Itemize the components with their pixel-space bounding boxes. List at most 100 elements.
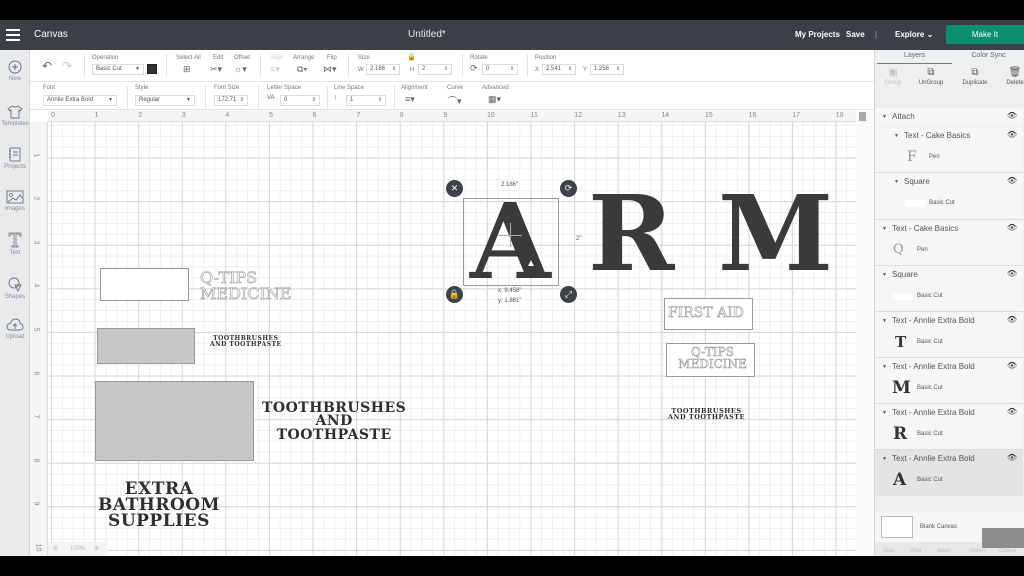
duplicate-button[interactable]: ⧉ Duplicate xyxy=(957,67,993,86)
position-x-input[interactable]: 2.541 ⇕ xyxy=(542,64,576,75)
expand-triangle-icon[interactable]: ▼ xyxy=(882,226,887,232)
undo-icon[interactable]: ↶ xyxy=(42,59,52,73)
align-icon[interactable]: ≡▾ xyxy=(270,64,280,75)
scrollbar-thumb[interactable] xyxy=(859,112,866,121)
qtips-medicine-text[interactable]: Q-TIPS MEDICINE xyxy=(200,269,292,302)
operation-select[interactable]: Basic Cut ▼ xyxy=(92,64,144,75)
layer-item[interactable]: ▼ Square 👁 xyxy=(875,173,1023,191)
eye-icon[interactable]: 👁 xyxy=(1007,407,1017,416)
advanced-icon[interactable]: ▦▾ xyxy=(488,94,501,105)
my-projects-link[interactable]: My Projects xyxy=(795,30,840,39)
design-canvas[interactable]: 0 1 2 3 4 5 6 7 8 9 10 11 12 13 14 15 16 17 18 1 2 3 4 5 6 7 8 9 10… xyxy=(30,110,874,556)
canvas-color-swatch[interactable] xyxy=(881,516,913,538)
layer-item[interactable]: ▼ Square 👁 xyxy=(875,266,1023,284)
tab-layers[interactable]: Layers xyxy=(877,52,952,64)
white-square-shape[interactable] xyxy=(100,268,189,301)
layer-sublayer[interactable]: Basic Cut xyxy=(875,191,1023,219)
explore-menu[interactable]: Explore ⌄ xyxy=(895,30,933,39)
make-it-button[interactable]: Make It xyxy=(946,25,1024,44)
stepper-icon[interactable]: ⇕ xyxy=(312,96,316,105)
eye-icon[interactable]: 👁 xyxy=(1007,176,1017,185)
contour-button[interactable]: Contour xyxy=(999,548,1017,554)
weld-button[interactable]: Weld xyxy=(910,548,921,554)
toothbrushes-right-text[interactable]: TOOTHBRUSHES AND TOOTHPASTE xyxy=(668,408,745,421)
layer-sublayer[interactable]: Q Pen xyxy=(875,238,1023,265)
layer-item[interactable]: ▼ Text - Cake Basics 👁 xyxy=(875,127,1023,145)
layer-sublayer[interactable]: A Basic Cut xyxy=(875,468,1023,496)
layer-sublayer[interactable]: M Basic Cut xyxy=(875,376,1023,403)
delete-button[interactable]: 🗑 Delete xyxy=(997,67,1024,86)
expand-triangle-icon[interactable]: ▼ xyxy=(894,133,899,139)
redo-icon[interactable]: ↷ xyxy=(62,59,72,73)
layer-item[interactable]: ▼ Text - Annlie Extra Bold 👁 xyxy=(875,312,1023,330)
layer-sublayer[interactable]: Basic Cut xyxy=(875,284,1023,311)
slice-button[interactable]: Slice xyxy=(883,548,894,554)
zoom-in-icon[interactable]: ⊕ xyxy=(94,545,99,552)
width-input[interactable]: 2.186 ⇕ xyxy=(366,64,400,75)
offset-icon[interactable]: ☼▾ xyxy=(234,64,247,75)
flatten-button[interactable]: Flatten xyxy=(970,548,985,554)
expand-triangle-icon[interactable]: ▼ xyxy=(882,114,887,120)
first-aid-label-box[interactable]: FIRST AID xyxy=(664,298,753,330)
position-y-input[interactable]: 1.256 ⇕ xyxy=(590,64,624,75)
letter-m-text[interactable]: M xyxy=(718,182,833,286)
eye-icon[interactable]: 👁 xyxy=(1007,269,1017,278)
expand-triangle-icon[interactable]: ▼ xyxy=(882,364,887,370)
stepper-icon[interactable]: ⇕ xyxy=(240,96,244,105)
extra-bathroom-supplies-text[interactable]: EXTRA BATHROOM SUPPLIES xyxy=(98,480,220,529)
stepper-icon[interactable]: ⇕ xyxy=(616,65,620,74)
expand-triangle-icon[interactable]: ▼ xyxy=(882,318,887,324)
stepper-icon[interactable]: ⇕ xyxy=(378,96,382,105)
line-space-input[interactable]: 1 ⇕ xyxy=(346,95,386,106)
qtips-label-box[interactable]: Q-TIPS MEDICINE xyxy=(666,343,755,377)
edit-scissors-icon[interactable]: ✂▾ xyxy=(210,64,222,75)
flip-icon[interactable]: ⋈▾ xyxy=(323,64,337,75)
video-overlay-controls[interactable] xyxy=(982,528,1024,548)
color-swatch[interactable] xyxy=(147,64,157,74)
toothbrushes-small-text[interactable]: TOOTHBRUSHES AND TOOTHPASTE xyxy=(210,336,282,347)
sidebar-item-images[interactable]: Images xyxy=(0,190,30,212)
ungroup-button[interactable]: ⧉ UnGroup xyxy=(913,67,949,86)
letter-space-input[interactable]: 0 ⇕ xyxy=(280,95,320,106)
arrange-icon[interactable]: ⧉▾ xyxy=(297,64,307,75)
height-input[interactable]: 2 ⇕ xyxy=(418,64,452,75)
alignment-icon[interactable]: ≡▾ xyxy=(405,94,415,105)
group-button[interactable]: ▣ Group xyxy=(875,67,911,86)
resize-handle-icon[interactable]: ⤢ xyxy=(560,286,577,303)
font-select[interactable]: Annlie Extra Bold ▼ xyxy=(43,95,117,106)
style-select[interactable]: Regular ▼ xyxy=(135,95,195,106)
rotate-input[interactable]: 0 ⇕ xyxy=(482,64,518,75)
sidebar-item-shapes[interactable]: Shapes xyxy=(0,276,30,300)
eye-icon[interactable]: 👁 xyxy=(1007,453,1017,462)
vertical-scrollbar[interactable] xyxy=(856,110,874,556)
curve-icon[interactable]: ⌒▾ xyxy=(448,94,462,107)
sidebar-item-projects[interactable]: Projects xyxy=(0,147,30,170)
eye-icon[interactable]: 👁 xyxy=(1007,130,1017,139)
hamburger-menu-icon[interactable] xyxy=(6,29,20,41)
sidebar-item-text[interactable]: Text xyxy=(0,232,30,256)
expand-triangle-icon[interactable]: ▼ xyxy=(894,179,899,185)
layer-item[interactable]: ▼ Text - Cake Basics 👁 xyxy=(875,220,1023,238)
stepper-icon[interactable]: ⇕ xyxy=(392,65,396,74)
expand-triangle-icon[interactable]: ▼ xyxy=(882,410,887,416)
eye-icon[interactable]: 👁 xyxy=(1007,361,1017,370)
sidebar-item-new[interactable]: New xyxy=(0,60,30,82)
select-all-icon[interactable]: ⊞ xyxy=(183,64,191,75)
tab-color-sync[interactable]: Color Sync xyxy=(951,52,1024,59)
attach-button[interactable]: Attach xyxy=(937,548,951,554)
gray-square-shape[interactable] xyxy=(97,328,195,364)
eye-icon[interactable]: 👁 xyxy=(1007,223,1017,232)
sidebar-item-upload[interactable]: Upload xyxy=(0,318,30,340)
layer-item-selected[interactable]: ▼ Text - Annlie Extra Bold 👁 xyxy=(875,450,1023,468)
large-gray-square-shape[interactable] xyxy=(95,381,254,461)
sidebar-item-templates[interactable]: Templates xyxy=(0,105,30,127)
save-link[interactable]: Save xyxy=(846,30,865,39)
layer-sublayer[interactable]: T Basic Cut xyxy=(875,330,1023,357)
lock-icon[interactable]: 🔒 xyxy=(407,53,416,61)
layer-item[interactable]: ▼ Text - Annlie Extra Bold 👁 xyxy=(875,404,1023,422)
expand-triangle-icon[interactable]: ▼ xyxy=(882,272,887,278)
layer-item[interactable]: ▼ Text - Annlie Extra Bold 👁 xyxy=(875,358,1023,376)
layer-sublayer[interactable]: R Basic Cut xyxy=(875,422,1023,449)
toothbrushes-large-text[interactable]: TOOTHBRUSHES AND TOOTHPASTE xyxy=(262,401,406,442)
lock-handle-icon[interactable]: 🔒 xyxy=(446,286,463,303)
